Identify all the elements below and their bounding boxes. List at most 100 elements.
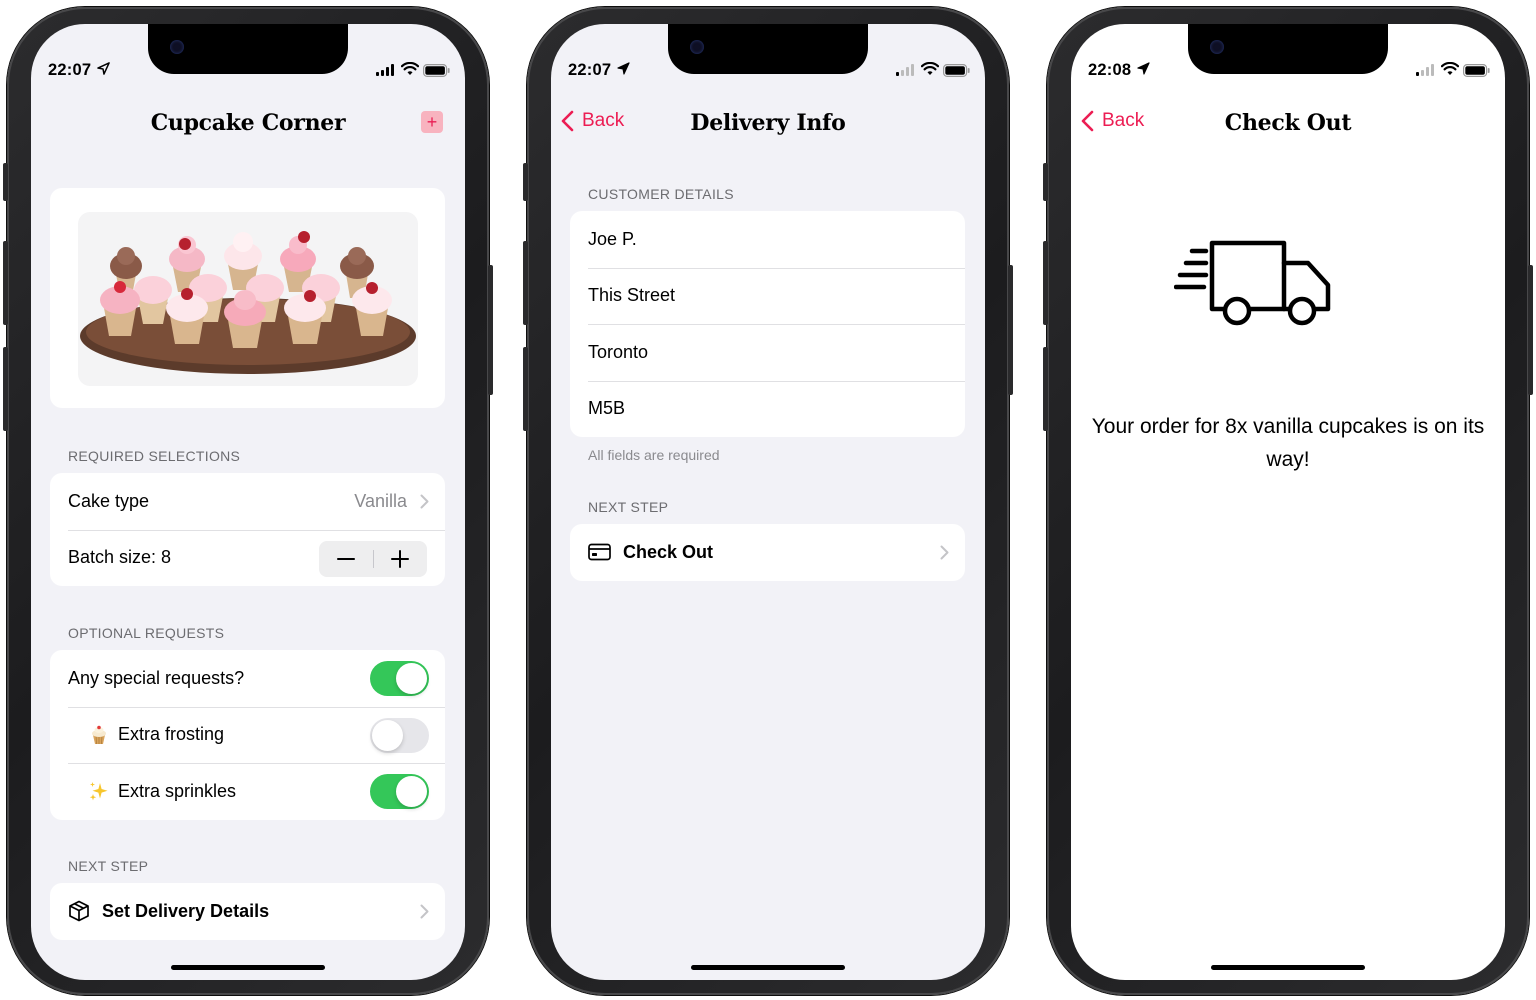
special-requests-label: Any special requests?	[68, 667, 245, 688]
extra-frosting-toggle[interactable]	[370, 717, 429, 753]
chevron-right-icon	[420, 494, 429, 509]
page-title: Cupcake Corner	[150, 110, 346, 136]
camera	[1210, 40, 1224, 54]
chevron-right-icon	[420, 904, 429, 919]
status-time: 22:08	[1088, 61, 1132, 79]
camera	[690, 40, 704, 54]
name-field[interactable]: Joe P.	[570, 211, 965, 268]
phone-check-out: 22:08 Back Check Out Your order for 8x v…	[1043, 7, 1533, 995]
postal-code-field[interactable]: M5B	[570, 380, 965, 438]
side-button	[523, 347, 528, 431]
camera	[170, 40, 184, 54]
side-button	[1008, 265, 1013, 395]
field-value: Joe P.	[588, 228, 637, 249]
battery-icon	[423, 64, 450, 77]
field-value: Toronto	[588, 341, 649, 362]
special-requests-row: Any special requests?	[50, 650, 445, 707]
special-requests-toggle[interactable]	[370, 661, 429, 696]
field-value: This Street	[588, 285, 676, 306]
cellular-signal-icon	[376, 64, 394, 76]
extra-sprinkles-toggle[interactable]	[370, 774, 429, 809]
extra-frosting-row: Extra frosting	[50, 706, 445, 764]
section-header: OPTIONAL REQUESTS	[68, 625, 225, 641]
set-delivery-details-row[interactable]: Set Delivery Details	[50, 883, 445, 940]
side-button	[3, 163, 8, 201]
side-button	[1043, 163, 1048, 201]
cellular-signal-icon	[896, 64, 914, 76]
side-button	[1043, 347, 1048, 431]
section-header: REQUIRED SELECTIONS	[68, 448, 241, 464]
optional-requests-card: Any special requests? Extra frosting Ext…	[50, 650, 445, 820]
minus-icon	[336, 557, 355, 560]
notch	[148, 24, 348, 74]
check-out-row[interactable]: Check Out	[570, 524, 965, 581]
notch	[1188, 24, 1388, 74]
customer-details-card: Joe P. This Street Toronto M5B	[570, 211, 965, 437]
next-step-card: Check Out	[570, 524, 965, 581]
cupcake-image-card	[50, 188, 445, 408]
section-header: NEXT STEP	[588, 499, 669, 515]
plus-icon: +	[426, 112, 438, 132]
street-field[interactable]: This Street	[570, 267, 965, 325]
side-button	[488, 265, 493, 395]
set-delivery-details-label: Set Delivery Details	[102, 900, 270, 921]
page-title: Check Out	[1224, 110, 1352, 136]
delivery-truck-icon	[1174, 240, 1331, 326]
wifi-icon	[921, 62, 939, 75]
add-button[interactable]: +	[421, 111, 443, 133]
phone-cupcake-corner: 22:07 Cupcake Corner + REQUIRED SELECTIO…	[3, 7, 493, 995]
shipping-box-icon	[69, 900, 89, 922]
location-arrow-icon	[97, 62, 110, 75]
side-button	[3, 347, 8, 431]
status-time: 22:07	[48, 61, 92, 79]
battery-icon	[943, 64, 970, 77]
home-indicator	[171, 965, 325, 970]
side-button	[523, 241, 528, 325]
toggle-knob	[396, 663, 427, 694]
side-button	[1043, 241, 1048, 325]
sparkles-icon	[88, 780, 110, 802]
form-footnote: All fields are required	[588, 447, 720, 463]
side-button	[1528, 265, 1533, 395]
chevron-right-icon	[940, 545, 949, 560]
increment-button[interactable]	[374, 549, 428, 568]
cellular-signal-icon	[1416, 64, 1434, 76]
cake-type-value: Vanilla	[354, 490, 407, 511]
location-arrow-icon	[617, 62, 630, 75]
order-confirmation-message: Your order for 8x vanilla cupcakes is on…	[1091, 415, 1485, 471]
batch-size-label: Batch size: 8	[68, 547, 172, 568]
screen: 22:07 Cupcake Corner + REQUIRED SELECTIO…	[31, 24, 465, 980]
section-header: NEXT STEP	[68, 858, 149, 874]
wifi-icon	[401, 62, 419, 75]
toggle-knob	[396, 776, 427, 807]
cake-type-row[interactable]: Cake type Vanilla	[50, 473, 445, 530]
cupcake-icon	[88, 724, 110, 746]
status-time: 22:07	[568, 61, 612, 79]
page-title: Delivery Info	[690, 110, 846, 136]
home-indicator	[1211, 965, 1365, 970]
city-field[interactable]: Toronto	[570, 324, 965, 381]
extra-sprinkles-row: Extra sprinkles	[50, 763, 445, 820]
field-value: M5B	[588, 398, 626, 419]
location-arrow-icon	[1137, 62, 1150, 75]
battery-icon	[1463, 64, 1490, 77]
plus-icon	[391, 549, 410, 568]
cupcake-platter-image	[78, 212, 418, 386]
toggle-knob	[372, 719, 403, 751]
notch	[668, 24, 868, 74]
decrement-button[interactable]	[319, 557, 373, 560]
screen: 22:08 Back Check Out Your order for 8x v…	[1071, 24, 1505, 980]
side-button	[3, 241, 8, 325]
next-step-card: Set Delivery Details	[50, 883, 445, 940]
side-button	[523, 163, 528, 201]
wifi-icon	[1441, 62, 1459, 75]
home-indicator	[691, 965, 845, 970]
screen: 22:07 Back Delivery Info CUSTOMER DETAIL…	[551, 24, 985, 980]
credit-card-icon	[588, 543, 611, 561]
section-header: CUSTOMER DETAILS	[588, 186, 734, 202]
cake-type-label: Cake type	[68, 490, 150, 511]
batch-size-row: Batch size: 8	[50, 529, 445, 587]
check-out-label: Check Out	[623, 541, 714, 562]
batch-size-stepper	[319, 540, 428, 577]
extra-frosting-label: Extra frosting	[118, 724, 225, 745]
